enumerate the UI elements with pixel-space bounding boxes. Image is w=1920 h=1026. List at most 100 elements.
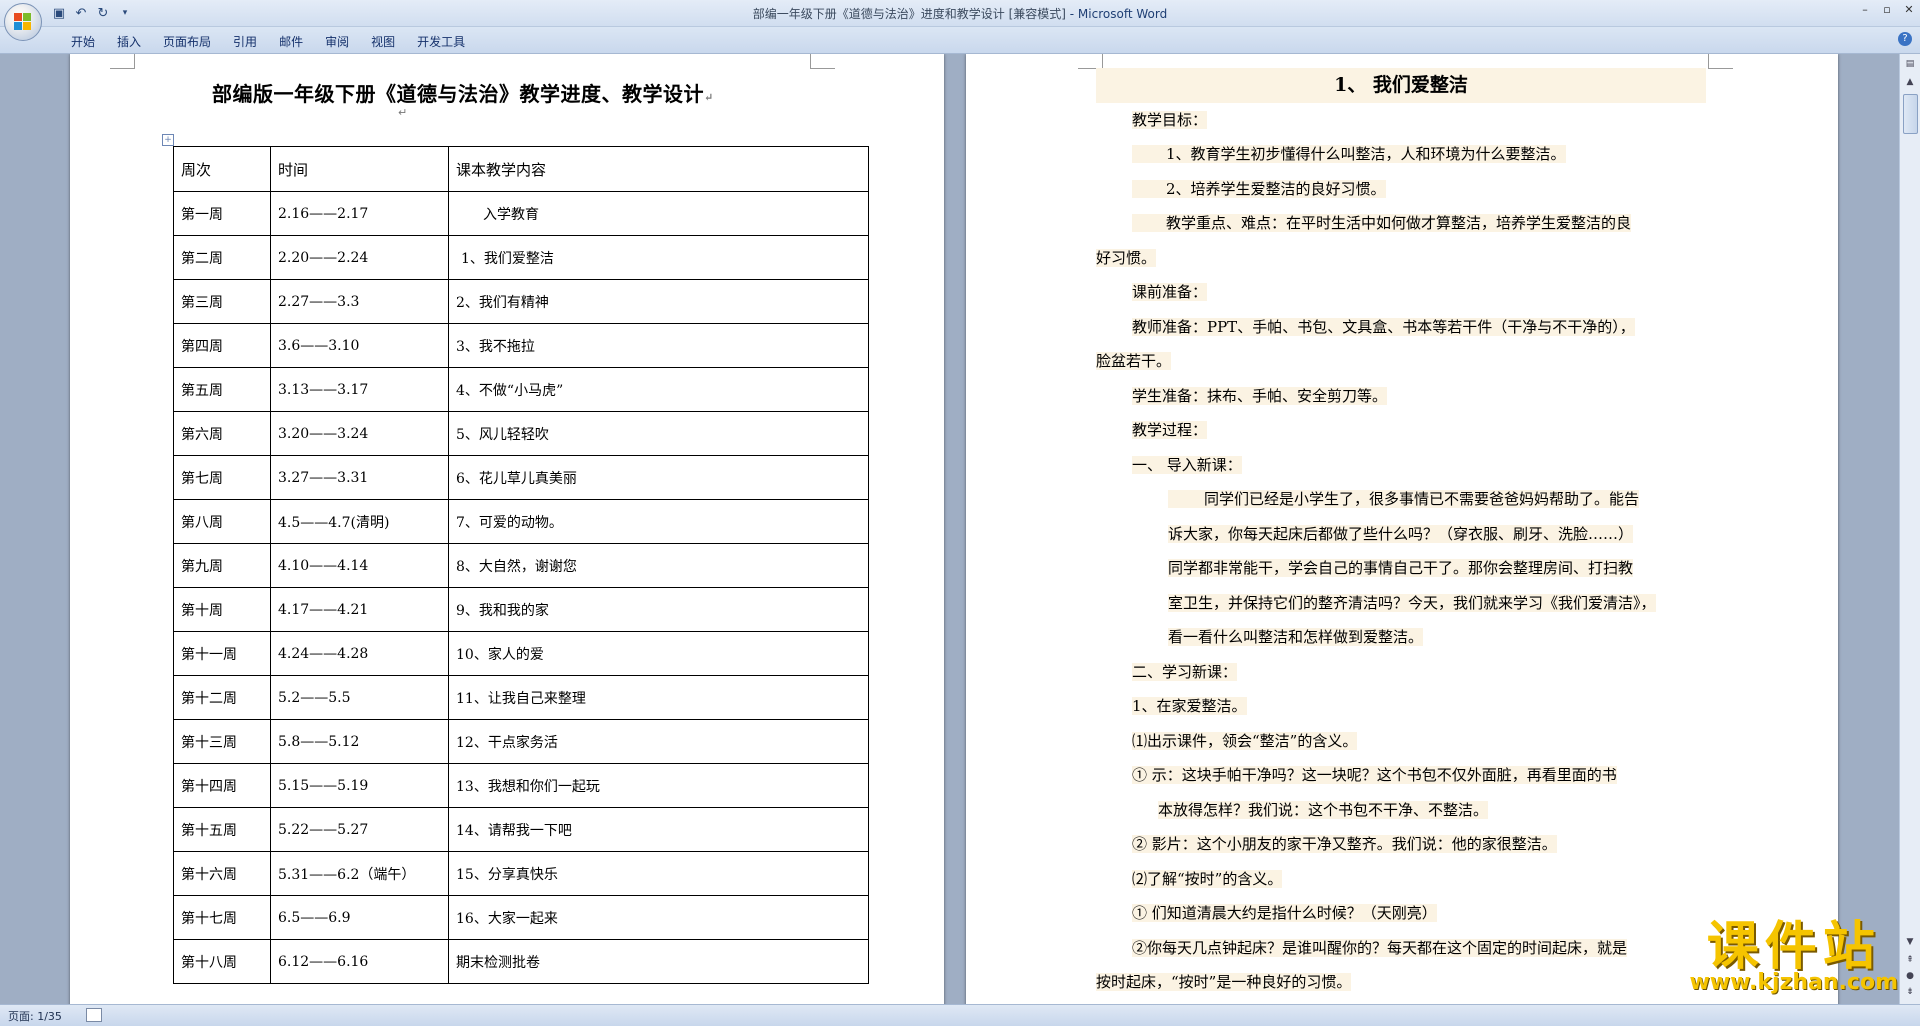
text-line: 1、在家爱整洁。 [1132,697,1247,715]
cell-content: 12、干点家务活 [448,719,869,764]
ruler-toggle-icon[interactable]: ▤ [1902,56,1918,72]
scroll-down-icon[interactable]: ▼ [1902,934,1918,950]
table-header-row: 周次 时间 课本教学内容 [173,146,869,192]
proofing-status-icon[interactable] [86,1008,102,1022]
maximize-button[interactable]: ▫ [1876,0,1898,18]
cell-week: 第七周 [173,455,271,500]
scrollbar-thumb[interactable] [1903,94,1918,134]
header-week: 周次 [173,146,271,192]
tab-developer[interactable]: 开发工具 [406,31,476,52]
cell-content: 16、大家一起来 [448,895,869,940]
text-line: 脸盆若干。 [1096,352,1172,370]
office-button[interactable] [4,3,42,41]
cell-week: 第十二周 [173,675,271,720]
document-title: 部编一年级下册《道德与法治》进度和教学设计 [兼容模式] [752,7,1066,21]
cell-content: 11、让我自己来整理 [448,675,869,720]
table-row: 第九周 4.10——4.14 8、大自然，谢谢您 [173,543,869,588]
cell-content: 2、我们有精神 [448,279,869,324]
cell-time: 3.20——3.24 [270,411,449,456]
document-area[interactable]: 部编版一年级下册《道德与法治》教学进度、教学设计↵ ↵ + 周次 时间 课本教学… [0,54,1900,1004]
tab-home[interactable]: 开始 [60,31,106,52]
cell-content: 1、我们爱整洁 [448,235,869,280]
page-indicator[interactable]: 页面: 1/35 [8,1008,62,1024]
text-line: 教学过程： [1132,421,1208,439]
tab-references[interactable]: 引用 [222,31,268,52]
text-line: 看一看什么叫整洁和怎样做到爱整洁。 [1168,628,1424,646]
text-line: ② 影片：这个小朋友的家干净又整齐。我们说：他的家很整洁。 [1132,835,1557,853]
crop-mark [110,54,135,69]
text-line: 同学都非常能干，学会自己的事情自己干了。那你会整理房间、打扫教 [1168,559,1634,577]
watermark-url: www.kjzhan.com [1689,970,1898,995]
text-line: ⑵了解“按时”的含义。 [1132,869,1283,888]
cell-time: 2.16——2.17 [270,191,449,236]
header-content: 课本教学内容 [448,146,869,192]
cell-week: 第二周 [173,235,271,280]
text-line: 教学目标： [1132,110,1208,129]
office-logo-icon [14,13,32,31]
header-time: 时间 [270,146,449,192]
cell-time: 5.2——5.5 [270,675,449,720]
cell-content: 8、大自然，谢谢您 [448,543,869,588]
cell-time: 6.5——6.9 [270,895,449,940]
table-row: 第一周 2.16——2.17 入学教育 [173,191,869,236]
cell-week: 第十四周 [173,763,271,808]
cell-time: 5.8——5.12 [270,719,449,764]
table-move-handle-icon[interactable]: + [162,134,174,146]
text-line: 二、学习新课： [1132,662,1238,681]
lesson-heading: 1、 我们爱整洁 [1096,68,1706,103]
cell-time: 6.12——6.16 [270,939,449,984]
help-icon[interactable]: ? [1898,32,1912,46]
cell-time: 5.15——5.19 [270,763,449,808]
cell-time: 5.31——6.2（端午） [270,851,449,896]
text-line: ②你每天几点钟起床？是谁叫醒你的？每天都在这个固定的时间起床，就是 [1132,938,1628,957]
cell-week: 第十六周 [173,851,271,896]
table-row: 第二周 2.20——2.24 1、我们爱整洁 [173,235,869,280]
paragraph-mark: ↵ [704,91,714,104]
window-controls: – ▫ ✕ [1854,0,1920,18]
table-row: 第十五周 5.22——5.27 14、请帮我一下吧 [173,807,869,852]
ribbon-tabs-bar: 开始 插入 页面布局 引用 邮件 审阅 视图 开发工具 ? [0,27,1920,54]
cell-week: 第九周 [173,543,271,588]
cell-content: 5、风儿轻轻吹 [448,411,869,456]
cell-content: 15、分享真快乐 [448,851,869,896]
previous-page-icon[interactable]: ⇞ [1902,952,1918,968]
vertical-scrollbar[interactable]: ▤ ▲ ▼ ⇞ ● ⇟ [1899,54,1920,1004]
cell-time: 5.22——5.27 [270,807,449,852]
text-line: 一、 导入新课： [1132,455,1242,474]
text-line: 好习惯。 [1096,248,1157,267]
tab-insert[interactable]: 插入 [106,31,152,52]
cell-time: 3.27——3.31 [270,455,449,500]
tab-view[interactable]: 视图 [360,31,406,52]
table-row: 第六周 3.20——3.24 5、风儿轻轻吹 [173,411,869,456]
close-button[interactable]: ✕ [1898,0,1920,18]
cell-week: 第十三周 [173,719,271,764]
cell-content: 入学教育 [448,191,869,236]
next-page-icon[interactable]: ⇟ [1902,984,1918,1000]
table-row: 第十八周 6.12——6.16 期末检测批卷 [173,939,869,984]
lesson-plan-text: 1、 我们爱整洁 教学目标： 1、教育学生初步懂得什么叫整洁，人和环境为什么要整… [1096,68,1706,1000]
cell-week: 第十周 [173,587,271,632]
cell-content: 13、我想和你们一起玩 [448,763,869,808]
select-browse-object-icon[interactable]: ● [1902,968,1918,984]
cell-time: 3.13——3.17 [270,367,449,412]
scroll-up-icon[interactable]: ▲ [1902,74,1918,90]
paragraph-mark: ↵ [398,106,408,119]
table-row: 第十六周 5.31——6.2（端午） 15、分享真快乐 [173,851,869,896]
document-heading: 部编版一年级下册《道德与法治》教学进度、教学设计↵ [212,78,714,107]
watermark-logo: 课件站 [1706,917,1881,977]
document-heading-text: 部编版一年级下册《道德与法治》教学进度、教学设计 [212,82,704,106]
text-line: 1、教育学生初步懂得什么叫整洁，人和环境为什么要整洁。 [1132,145,1566,163]
cell-time: 2.20——2.24 [270,235,449,280]
title-bar: ▣ ↶ ↻ ▾ 部编一年级下册《道德与法治》进度和教学设计 [兼容模式] - M… [0,0,1920,27]
text-line: ① 们知道清晨大约是指什么时候？（天刚亮） [1132,904,1437,922]
table-row: 第十二周 5.2——5.5 11、让我自己来整理 [173,675,869,720]
tab-review[interactable]: 审阅 [314,31,360,52]
text-line: 2、培养学生爱整洁的良好习惯。 [1132,179,1386,198]
tab-mailings[interactable]: 邮件 [268,31,314,52]
table-row: 第五周 3.13——3.17 4、不做“小马虎” [173,367,869,412]
cell-content: 14、请帮我一下吧 [448,807,869,852]
cell-time: 3.6——3.10 [270,323,449,368]
tab-page-layout[interactable]: 页面布局 [152,31,222,52]
minimize-button[interactable]: – [1854,0,1876,18]
page-right: 1、 我们爱整洁 教学目标： 1、教育学生初步懂得什么叫整洁，人和环境为什么要整… [966,54,1838,1004]
